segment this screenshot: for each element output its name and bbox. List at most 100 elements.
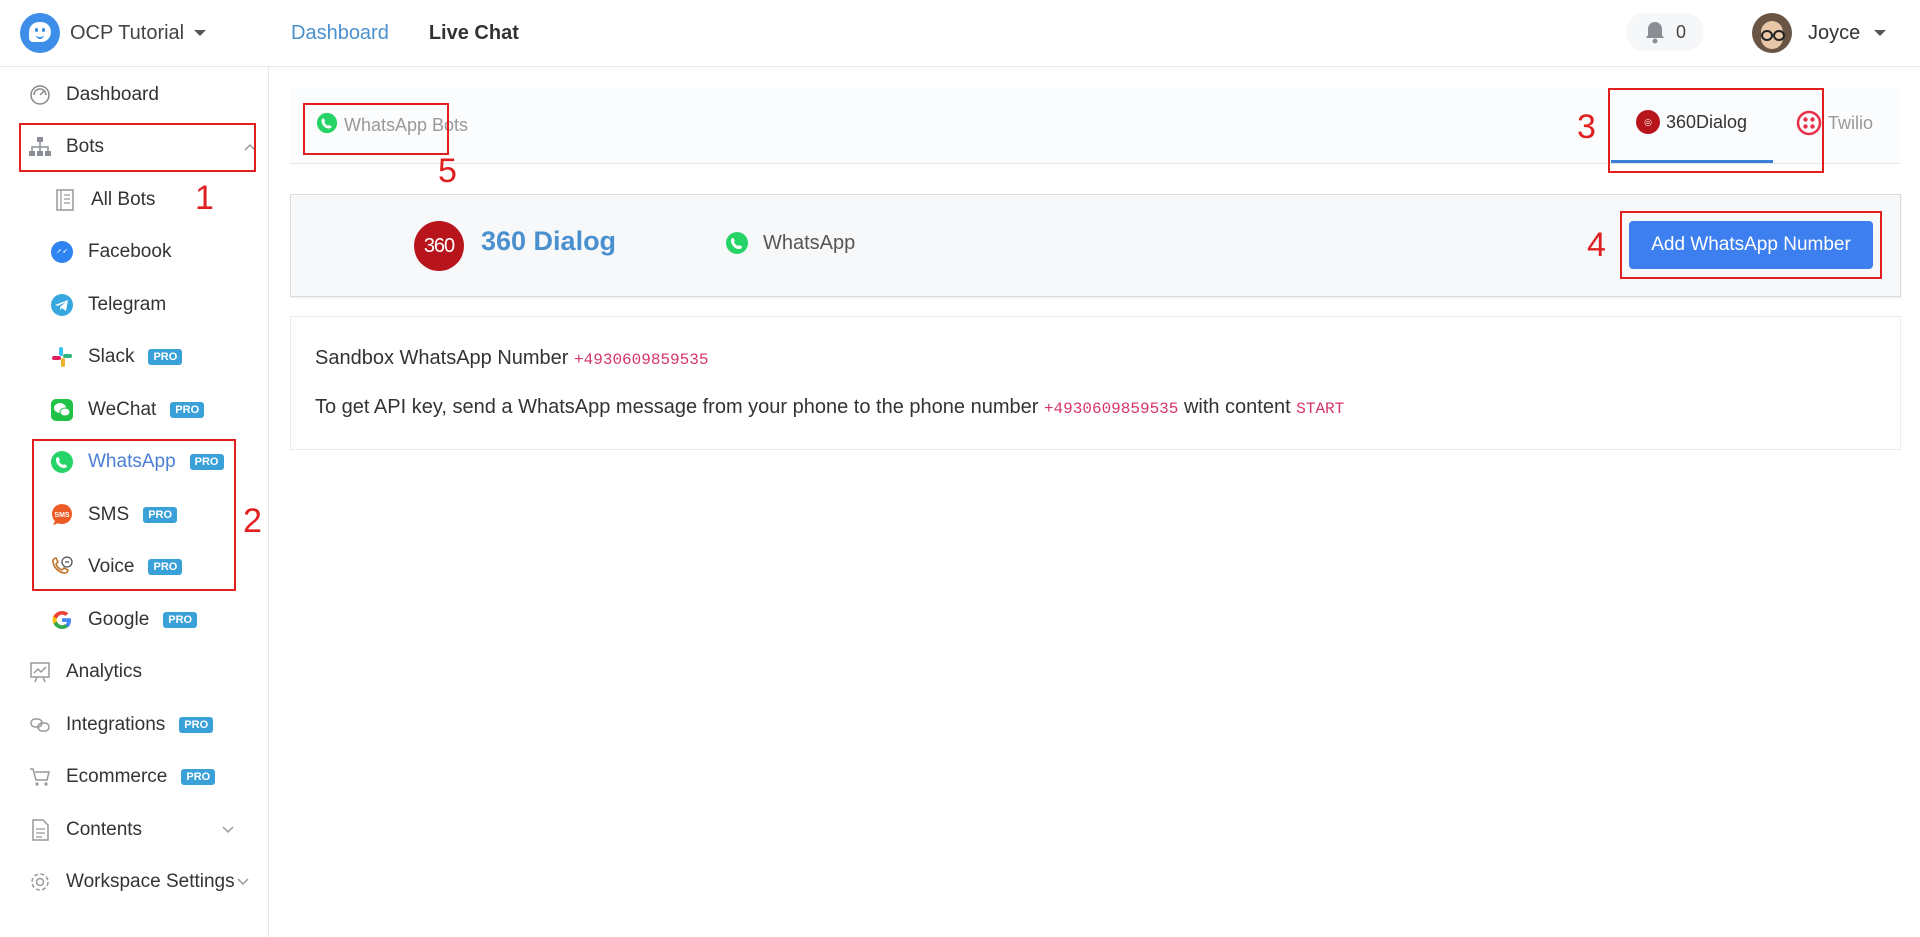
sidebar-item-integrations[interactable]: Integrations PRO bbox=[28, 705, 214, 745]
tab-whatsapp-bots[interactable]: WhatsApp Bots bbox=[316, 112, 468, 139]
sidebar-item-workspace-settings[interactable]: Workspace Settings bbox=[28, 862, 249, 902]
bell-icon bbox=[1645, 22, 1664, 44]
notification-count: 0 bbox=[1675, 21, 1686, 42]
workspace-name: OCP Tutorial bbox=[70, 21, 185, 44]
sidebar-item-label: Voice bbox=[88, 556, 135, 577]
gear-icon bbox=[28, 870, 52, 894]
pro-badge: PRO bbox=[181, 769, 216, 785]
sidebar-item-label: Telegram bbox=[88, 294, 167, 315]
sidebar-item-label: Integrations bbox=[66, 714, 166, 735]
sidebar: Dashboard Bots All Bots Facebook Telegra… bbox=[0, 67, 269, 937]
sidebar-item-slack[interactable]: Slack PRO bbox=[50, 337, 183, 377]
pro-badge: PRO bbox=[170, 402, 205, 418]
whatsapp-icon bbox=[316, 112, 338, 139]
provider-card: 360 360 Dialog WhatsApp Add WhatsApp Num… bbox=[290, 194, 1901, 297]
sidebar-item-label: Bots bbox=[66, 136, 105, 157]
caret-down-icon bbox=[194, 30, 207, 36]
sms-icon: SMS bbox=[50, 503, 74, 527]
channel-label: WhatsApp bbox=[725, 231, 855, 255]
api-keyword: START bbox=[1296, 400, 1345, 418]
avatar bbox=[1752, 13, 1792, 53]
sidebar-item-label: WeChat bbox=[88, 399, 157, 420]
sidebar-item-telegram[interactable]: Telegram bbox=[50, 285, 166, 325]
active-tab-indicator bbox=[1611, 160, 1773, 163]
sidebar-item-label: Ecommerce bbox=[66, 766, 168, 787]
sandbox-info-card: Sandbox WhatsApp Number +4930609859535 T… bbox=[290, 316, 1901, 450]
sidebar-item-label: Workspace Settings bbox=[66, 871, 235, 892]
sandbox-number-line: Sandbox WhatsApp Number +4930609859535 bbox=[315, 347, 708, 370]
sidebar-item-sms[interactable]: SMS SMS PRO bbox=[50, 495, 178, 535]
user-menu[interactable]: Joyce bbox=[1752, 10, 1887, 56]
tab-360dialog[interactable]: ◎ 360Dialog bbox=[1636, 110, 1747, 134]
annotation-label-3: 3 bbox=[1577, 108, 1596, 146]
top-nav: Dashboard Live Chat bbox=[291, 0, 559, 66]
list-document-icon bbox=[53, 188, 77, 212]
link-icon bbox=[28, 713, 52, 737]
sidebar-item-all-bots[interactable]: All Bots bbox=[53, 180, 155, 220]
sandbox-label: Sandbox WhatsApp Number bbox=[315, 347, 569, 369]
annotation-label-4: 4 bbox=[1587, 226, 1606, 264]
pro-badge: PRO bbox=[148, 559, 183, 575]
sidebar-item-contents[interactable]: Contents bbox=[28, 810, 234, 850]
nav-live-chat[interactable]: Live Chat bbox=[429, 22, 519, 45]
chevron-down-icon bbox=[222, 826, 234, 834]
tab-twilio[interactable]: Twilio bbox=[1796, 110, 1873, 136]
sidebar-item-label: Google bbox=[88, 609, 150, 630]
nav-dashboard[interactable]: Dashboard bbox=[291, 22, 389, 45]
chatbot-logo-icon bbox=[20, 13, 60, 53]
api-key-instructions: To get API key, send a WhatsApp message … bbox=[315, 396, 1344, 419]
api-phone-number: +4930609859535 bbox=[1043, 400, 1179, 418]
sidebar-item-label: Contents bbox=[66, 819, 143, 840]
sidebar-item-whatsapp[interactable]: WhatsApp PRO bbox=[50, 442, 224, 482]
annotation-label-1: 1 bbox=[195, 179, 214, 217]
messenger-icon bbox=[50, 240, 74, 264]
sidebar-item-voice[interactable]: Voice PRO bbox=[50, 547, 183, 587]
chevron-down-icon bbox=[237, 878, 249, 886]
notifications-button[interactable]: 0 bbox=[1626, 13, 1704, 51]
sidebar-item-bots[interactable]: Bots bbox=[28, 127, 256, 167]
twilio-icon bbox=[1796, 110, 1822, 136]
pro-badge: PRO bbox=[189, 454, 224, 470]
wechat-icon bbox=[50, 398, 74, 422]
pro-badge: PRO bbox=[179, 717, 214, 733]
sidebar-item-dashboard[interactable]: Dashboard bbox=[28, 75, 159, 115]
google-icon bbox=[50, 608, 74, 632]
annotation-label-5: 5 bbox=[438, 152, 457, 190]
workspace-switcher[interactable]: OCP Tutorial bbox=[20, 13, 207, 53]
sidebar-item-analytics[interactable]: Analytics bbox=[28, 652, 142, 692]
sidebar-item-wechat[interactable]: WeChat PRO bbox=[50, 390, 205, 430]
channel-name: WhatsApp bbox=[763, 231, 856, 254]
add-whatsapp-number-button[interactable]: Add WhatsApp Number bbox=[1629, 221, 1873, 269]
cart-icon bbox=[28, 765, 52, 789]
sandbox-number: +4930609859535 bbox=[574, 351, 709, 369]
provider-title: 360 Dialog bbox=[481, 226, 617, 256]
annotation-label-2: 2 bbox=[243, 502, 262, 540]
pro-badge: PRO bbox=[148, 349, 183, 365]
tab-label: Twilio bbox=[1828, 112, 1874, 133]
sidebar-item-ecommerce[interactable]: Ecommerce PRO bbox=[28, 757, 216, 797]
chart-board-icon bbox=[28, 660, 52, 684]
tab-label: 360Dialog bbox=[1666, 111, 1748, 132]
sitemap-icon bbox=[28, 135, 52, 159]
pro-badge: PRO bbox=[143, 507, 178, 523]
360dialog-logo: 360 bbox=[414, 221, 464, 271]
tab-label: WhatsApp Bots bbox=[344, 115, 469, 135]
api-instruction-text: To get API key, send a WhatsApp message … bbox=[315, 396, 1039, 418]
sidebar-item-label: Slack bbox=[88, 346, 135, 367]
chevron-up-icon bbox=[244, 143, 256, 151]
sidebar-item-label: Dashboard bbox=[66, 84, 159, 105]
sidebar-item-label: Facebook bbox=[88, 241, 172, 262]
360dialog-icon: ◎ bbox=[1636, 110, 1660, 134]
speedometer-icon bbox=[28, 83, 52, 107]
svg-text:SMS: SMS bbox=[54, 512, 70, 519]
bot-tabs-bar: WhatsApp Bots ◎ 360Dialog Twilio 3 5 bbox=[290, 88, 1900, 190]
sidebar-item-label: All Bots bbox=[91, 189, 156, 210]
slack-icon bbox=[50, 345, 74, 369]
sidebar-item-google[interactable]: Google PRO bbox=[50, 600, 198, 640]
whatsapp-icon bbox=[726, 232, 748, 254]
whatsapp-icon bbox=[50, 450, 74, 474]
pro-badge: PRO bbox=[163, 612, 198, 628]
sidebar-item-facebook[interactable]: Facebook bbox=[50, 232, 171, 272]
phone-chat-icon bbox=[50, 555, 74, 579]
sidebar-item-label: Analytics bbox=[66, 661, 143, 682]
